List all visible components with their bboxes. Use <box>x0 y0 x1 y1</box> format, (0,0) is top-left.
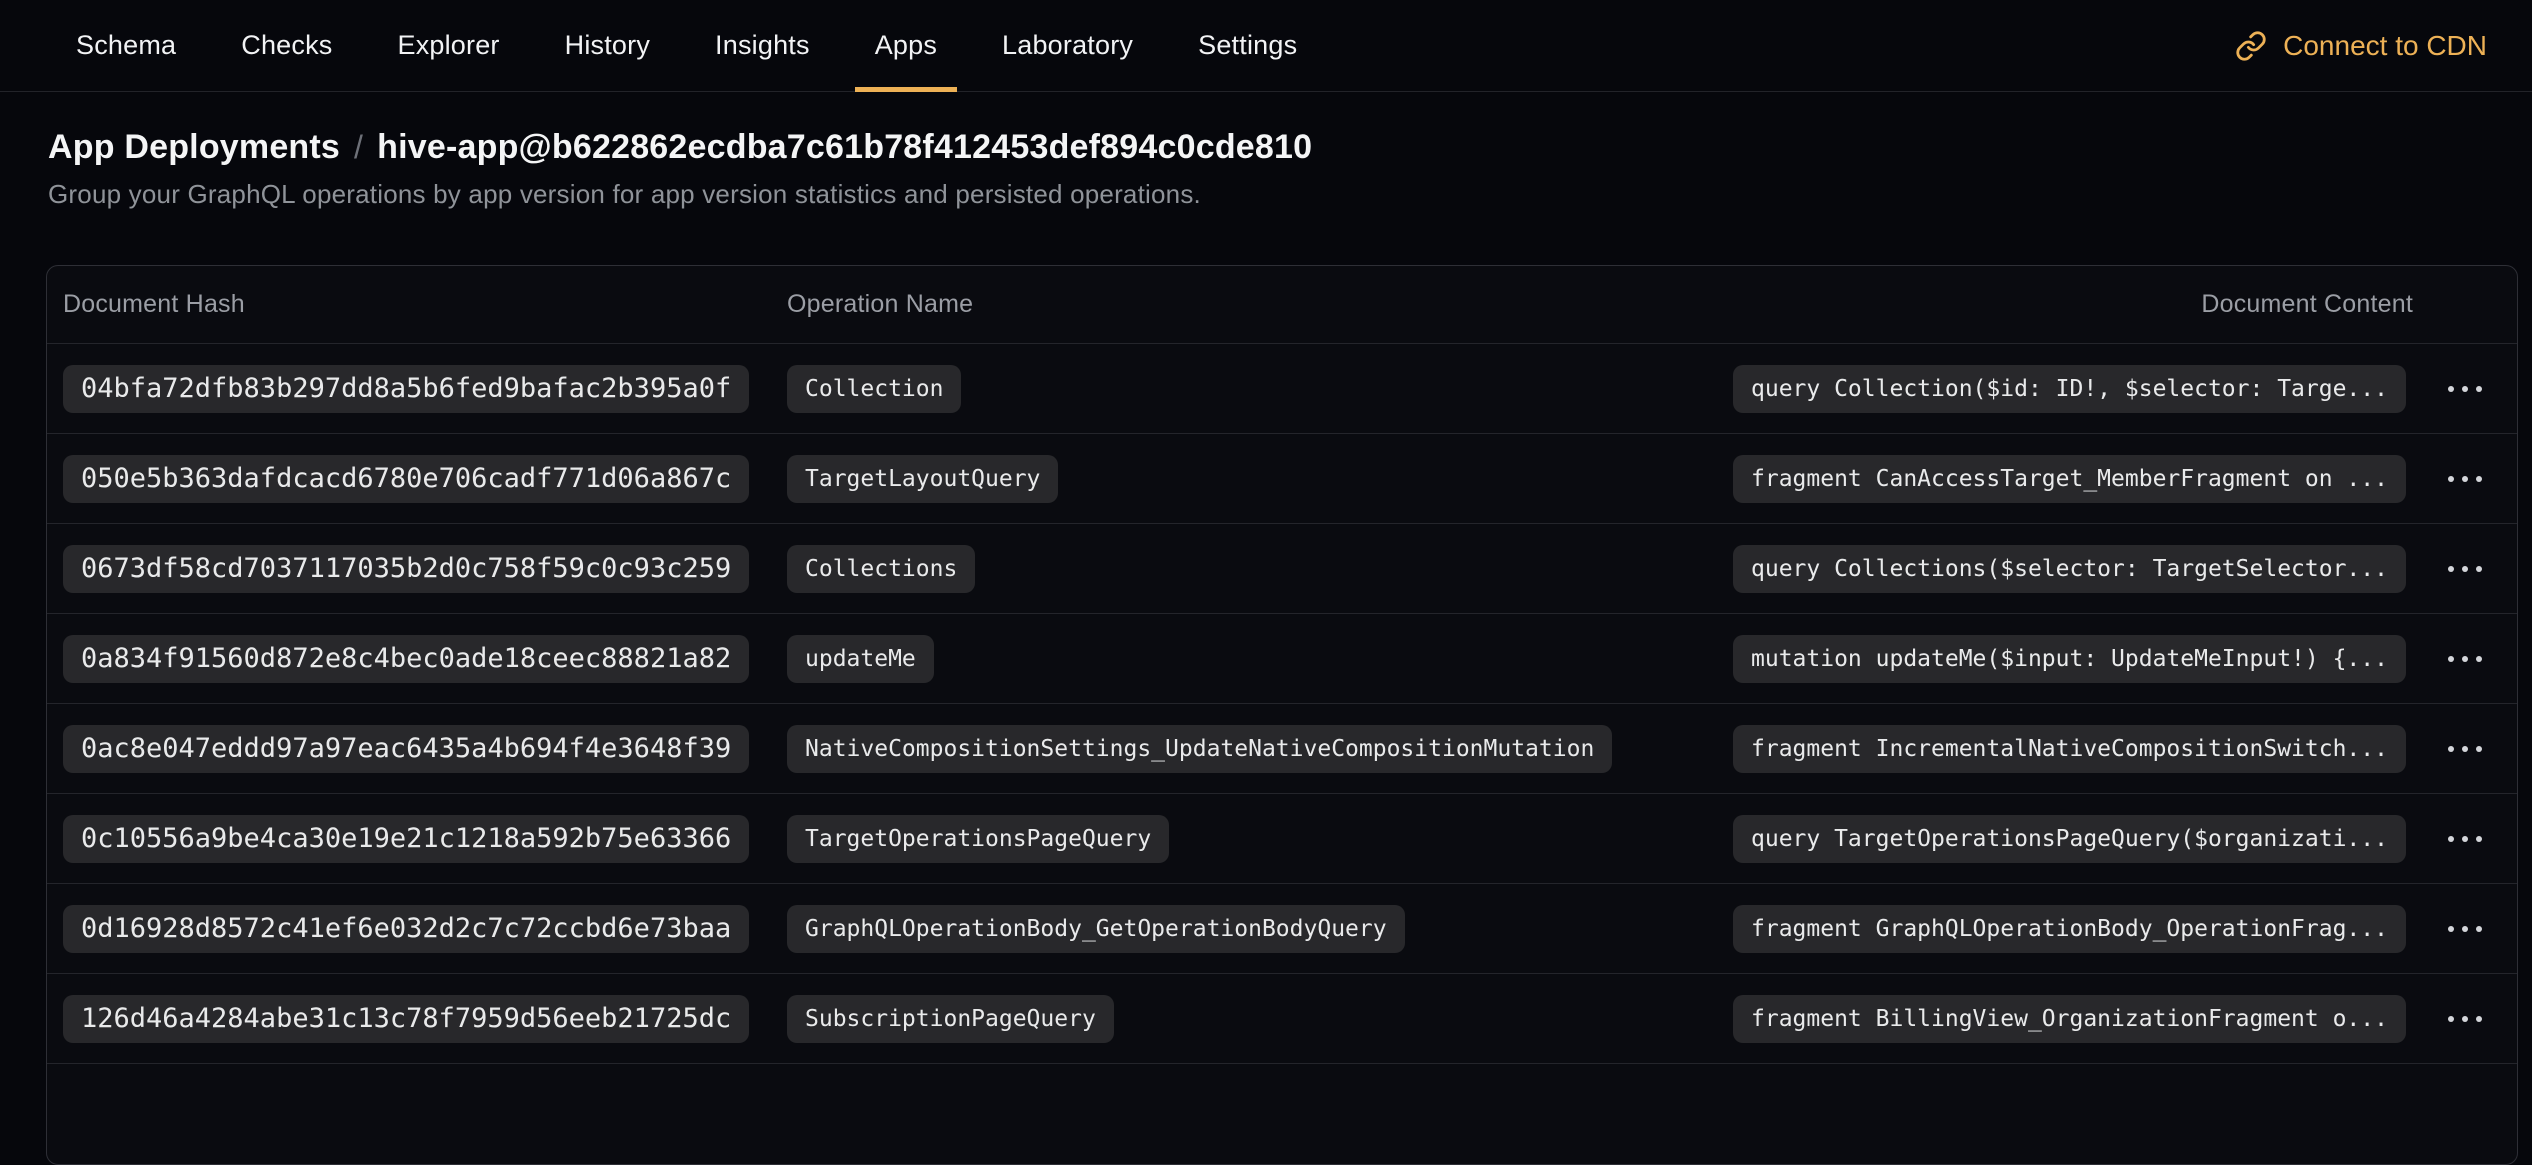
nav-tab-explorer[interactable]: Explorer <box>377 0 519 91</box>
row-menu-button[interactable] <box>2429 545 2501 593</box>
document-content-badge: query TargetOperationsPageQuery($organiz… <box>1733 815 2406 863</box>
document-hash-badge: 0a834f91560d872e8c4bec0ade18ceec88821a82 <box>63 635 749 683</box>
connect-to-cdn-link[interactable]: Connect to CDN <box>2235 0 2487 91</box>
nav-spacer <box>1317 0 2235 91</box>
connect-to-cdn-label: Connect to CDN <box>2283 30 2487 62</box>
document-hash-badge: 0c10556a9be4ca30e19e21c1218a592b75e63366 <box>63 815 749 863</box>
row-menu-button[interactable] <box>2429 815 2501 863</box>
operation-name-badge: NativeCompositionSettings_UpdateNativeCo… <box>787 725 1612 773</box>
document-content-badge: query Collection($id: ID!, $selector: Ta… <box>1733 365 2406 413</box>
top-navigation: Schema Checks Explorer History Insights … <box>0 0 2532 92</box>
breadcrumb: App Deployments / hive-app@b622862ecdba7… <box>48 128 2484 167</box>
page-subtitle: Group your GraphQL operations by app ver… <box>48 179 2484 210</box>
nav-tab-insights[interactable]: Insights <box>695 0 830 91</box>
document-content-badge: mutation updateMe($input: UpdateMeInput!… <box>1733 635 2406 683</box>
link-icon <box>2235 30 2267 62</box>
document-hash-badge: 0d16928d8572c41ef6e032d2c7c72ccbd6e73baa <box>63 905 749 953</box>
row-menu-button[interactable] <box>2429 455 2501 503</box>
nav-tabs: Schema Checks Explorer History Insights … <box>56 0 1317 91</box>
nav-tab-checks[interactable]: Checks <box>221 0 352 91</box>
nav-tab-settings[interactable]: Settings <box>1178 0 1317 91</box>
document-hash-badge: 0673df58cd7037117035b2d0c758f59c0c93c259 <box>63 545 749 593</box>
nav-tab-apps[interactable]: Apps <box>855 0 957 91</box>
nav-tab-laboratory[interactable]: Laboratory <box>982 0 1153 91</box>
nav-tab-history[interactable]: History <box>545 0 670 91</box>
app-deployments-table: Document Hash Operation Name Document Co… <box>46 265 2518 1165</box>
page-head: App Deployments / hive-app@b622862ecdba7… <box>0 92 2532 210</box>
breadcrumb-section[interactable]: App Deployments <box>48 128 340 167</box>
document-content-badge: query Collections($selector: TargetSelec… <box>1733 545 2406 593</box>
operation-name-badge: updateMe <box>787 635 934 683</box>
table-row: 0d16928d8572c41ef6e032d2c7c72ccbd6e73baa… <box>47 884 2517 974</box>
row-menu-button[interactable] <box>2429 905 2501 953</box>
document-content-badge: fragment IncrementalNativeCompositionSwi… <box>1733 725 2406 773</box>
operation-name-badge: SubscriptionPageQuery <box>787 995 1114 1043</box>
operation-name-badge: TargetOperationsPageQuery <box>787 815 1169 863</box>
document-content-badge: fragment BillingView_OrganizationFragmen… <box>1733 995 2406 1043</box>
document-hash-badge: 0ac8e047eddd97a97eac6435a4b694f4e3648f39 <box>63 725 749 773</box>
table-header-row: Document Hash Operation Name Document Co… <box>47 266 2517 344</box>
breadcrumb-app-version: hive-app@b622862ecdba7c61b78f412453def89… <box>377 128 1312 167</box>
operation-name-badge: GraphQLOperationBody_GetOperationBodyQue… <box>787 905 1405 953</box>
nav-tab-schema[interactable]: Schema <box>56 0 196 91</box>
row-menu-button[interactable] <box>2429 995 2501 1043</box>
table-row: 050e5b363dafdcacd6780e706cadf771d06a867c… <box>47 434 2517 524</box>
table-row: 0c10556a9be4ca30e19e21c1218a592b75e63366… <box>47 794 2517 884</box>
operation-name-badge: Collections <box>787 545 975 593</box>
operation-name-badge: TargetLayoutQuery <box>787 455 1058 503</box>
document-content-badge: fragment GraphQLOperationBody_OperationF… <box>1733 905 2406 953</box>
table-row: 0a834f91560d872e8c4bec0ade18ceec88821a82… <box>47 614 2517 704</box>
breadcrumb-separator: / <box>354 129 363 166</box>
column-header-document-content: Document Content <box>1733 290 2413 319</box>
document-hash-badge: 126d46a4284abe31c13c78f7959d56eeb21725dc <box>63 995 749 1043</box>
column-header-document-hash: Document Hash <box>63 290 771 319</box>
document-hash-badge: 050e5b363dafdcacd6780e706cadf771d06a867c <box>63 455 749 503</box>
document-hash-badge: 04bfa72dfb83b297dd8a5b6fed9bafac2b395a0f <box>63 365 749 413</box>
table-row: 126d46a4284abe31c13c78f7959d56eeb21725dc… <box>47 974 2517 1064</box>
row-menu-button[interactable] <box>2429 365 2501 413</box>
table-row: 0ac8e047eddd97a97eac6435a4b694f4e3648f39… <box>47 704 2517 794</box>
document-content-badge: fragment CanAccessTarget_MemberFragment … <box>1733 455 2406 503</box>
column-header-operation-name: Operation Name <box>787 290 1717 319</box>
table-row: 0673df58cd7037117035b2d0c758f59c0c93c259… <box>47 524 2517 614</box>
row-menu-button[interactable] <box>2429 725 2501 773</box>
row-menu-button[interactable] <box>2429 635 2501 683</box>
operation-name-badge: Collection <box>787 365 961 413</box>
table-row: 04bfa72dfb83b297dd8a5b6fed9bafac2b395a0f… <box>47 344 2517 434</box>
